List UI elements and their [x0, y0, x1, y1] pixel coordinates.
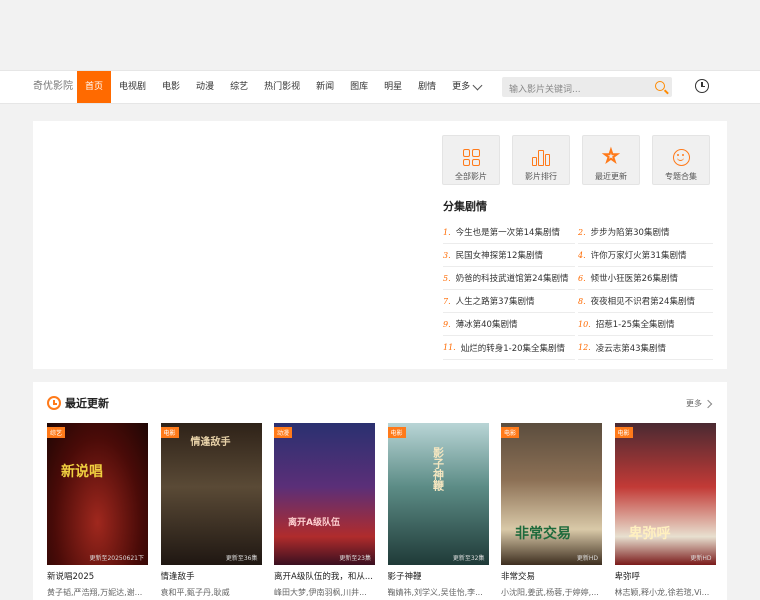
update-status: 更新HD: [690, 555, 712, 562]
movie-title[interactable]: 卑弥呼: [615, 570, 716, 582]
quick-link-topics[interactable]: 专题合集: [652, 135, 710, 185]
smile-icon: [672, 149, 690, 166]
category-badge: 电影: [160, 427, 179, 438]
category-badge: 综艺: [47, 427, 66, 438]
episode-plot-item[interactable]: 1. 今生也是第一次第14集剧情: [443, 221, 575, 245]
movie-card[interactable]: 非常交易 电影 更新HD 非常交易 小沈阳,姜武,杨蓉,于婷婷,...: [501, 423, 602, 598]
quick-link-ranking[interactable]: 影片排行: [512, 135, 570, 185]
movie-cast: 鞠婧祎,刘学义,吴佳怡,李...: [387, 588, 483, 597]
movie-title[interactable]: 情逢敌手: [161, 570, 262, 582]
top-nav-bar: 奇优影院 首页 电视剧 电影 动漫 综艺 热门影视 新闻 图库 明星 剧情 更多: [0, 70, 760, 104]
episode-plot-item[interactable]: 7. 人生之路第37集剧情: [443, 290, 575, 314]
movie-title[interactable]: 新说唱2025: [47, 570, 148, 582]
movie-title[interactable]: 非常交易: [501, 570, 602, 582]
nav-item-stars[interactable]: 明星: [376, 71, 410, 103]
episode-plot-item[interactable]: 2. 步步为陷第30集剧情: [578, 221, 713, 245]
quick-links: 全部影片 影片排行 ☆ 最近更新 专题合集: [442, 135, 710, 185]
search-icon[interactable]: [655, 81, 665, 91]
category-badge: 电影: [501, 427, 520, 438]
movie-cast: 峰田大梦,伊南羽枫,川井...: [274, 588, 367, 597]
episode-plot-item[interactable]: 12. 凌云志第43集剧情: [578, 336, 713, 360]
movie-card[interactable]: 离开A级队伍 动漫 更新至23集 离开A级队伍的我，和从... 峰田大梦,伊南羽…: [274, 423, 375, 598]
chevron-down-icon: [472, 80, 483, 90]
movie-cast: 林志颖,释小龙,徐若瑄,Vi...: [614, 588, 710, 597]
recent-updates-section: 最近更新 更多 新说唱 综艺 更新至20250621下 新说唱2025 黄子韬,…: [33, 382, 727, 600]
episode-plot-item[interactable]: 11. 灿烂的转身1-20集全集剧情: [443, 336, 575, 360]
movie-title[interactable]: 离开A级队伍的我，和从...: [274, 570, 375, 582]
quick-link-label: 全部影片: [455, 172, 487, 181]
site-logo[interactable]: 奇优影院: [33, 71, 73, 103]
episode-plot-item[interactable]: 3. 民国女神探第12集剧情: [443, 244, 575, 268]
section-title: 最近更新: [65, 397, 109, 410]
update-status: 更新至36集: [225, 555, 258, 562]
movie-poster[interactable]: 离开A级队伍 动漫 更新至23集: [274, 423, 375, 565]
episode-plot-item[interactable]: 8. 夜夜相见不识君第24集剧情: [578, 290, 713, 314]
category-badge: 动漫: [274, 427, 293, 438]
movie-poster[interactable]: 情逢敌手 电影 更新至36集: [160, 423, 262, 565]
update-status: 更新至20250621下: [89, 555, 144, 562]
nav-item-news[interactable]: 新闻: [308, 71, 342, 103]
nav-more-label: 更多: [452, 82, 471, 92]
chevron-right-icon: [703, 399, 713, 408]
quick-link-all-movies[interactable]: 全部影片: [442, 135, 500, 185]
episode-plot-item[interactable]: 10. 招惹1-25集全集剧情: [578, 313, 713, 337]
nav-item-tv[interactable]: 电视剧: [111, 71, 154, 103]
nav-item-variety[interactable]: 综艺: [222, 71, 256, 103]
movie-cast: 黄子韬,严浩翔,万妮达,谢...: [47, 588, 143, 597]
movie-cast: 小沈阳,姜武,杨蓉,于婷婷,...: [501, 588, 599, 597]
quick-link-label: 影片排行: [525, 172, 557, 181]
movie-poster[interactable]: 影子神鞭 电影 更新至32集: [387, 423, 489, 565]
history-clock-icon[interactable]: [695, 79, 709, 93]
alarm-clock-icon: [47, 396, 61, 410]
category-badge: 电影: [614, 427, 633, 438]
movie-poster[interactable]: 非常交易 电影 更新HD: [501, 423, 602, 565]
movie-poster[interactable]: 卑弥呼 电影 更新HD: [614, 423, 716, 565]
nav-item-anime[interactable]: 动漫: [188, 71, 222, 103]
update-status: 更新至32集: [452, 555, 485, 562]
more-link[interactable]: 更多: [686, 398, 713, 409]
nav-item-home[interactable]: 首页: [77, 71, 112, 103]
star-icon: ☆: [602, 146, 620, 167]
grid-icon: [462, 149, 480, 166]
movie-card[interactable]: 新说唱 综艺 更新至20250621下 新说唱2025 黄子韬,严浩翔,万妮达,…: [47, 423, 148, 598]
episode-plots-title: 分集剧情: [443, 200, 487, 213]
movie-card-list: 新说唱 综艺 更新至20250621下 新说唱2025 黄子韬,严浩翔,万妮达,…: [47, 423, 716, 598]
update-status: 更新至23集: [339, 555, 371, 562]
movie-title[interactable]: 影子神鞭: [388, 570, 489, 582]
main-nav: 首页 电视剧 电影 动漫 综艺 热门影视 新闻 图库 明星 剧情 更多: [77, 71, 489, 103]
movie-poster[interactable]: 新说唱 综艺 更新至20250621下: [47, 423, 148, 565]
movie-cast: 袁和平,甄子丹,耿威: [160, 588, 230, 597]
movie-card[interactable]: 卑弥呼 电影 更新HD 卑弥呼 林志颖,释小龙,徐若瑄,Vi...: [614, 423, 716, 598]
episode-plot-item[interactable]: 5. 奶爸的科技武道馆第24集剧情: [443, 267, 575, 291]
episode-plot-item[interactable]: 9. 薄冰第40集剧情: [443, 313, 575, 337]
search-box: [502, 77, 672, 100]
episode-plot-item[interactable]: 6. 倾世小狂医第26集剧情: [578, 267, 713, 291]
section-header: 最近更新: [47, 395, 109, 411]
nav-item-hot[interactable]: 热门影视: [256, 71, 308, 103]
nav-more-dropdown[interactable]: 更多: [444, 71, 489, 103]
movie-card[interactable]: 情逢敌手 电影 更新至36集 情逢敌手 袁和平,甄子丹,耿威: [160, 423, 262, 598]
update-status: 更新HD: [576, 555, 598, 562]
quick-link-label: 专题合集: [665, 172, 697, 181]
bar-chart-icon: [532, 150, 550, 166]
nav-item-plot[interactable]: 剧情: [410, 71, 444, 103]
movie-card[interactable]: 影子神鞭 电影 更新至32集 影子神鞭 鞠婧祎,刘学义,吴佳怡,李...: [387, 423, 489, 598]
feature-panel: 全部影片 影片排行 ☆ 最近更新 专题合集 分集剧情 1. 今生也是第一次第14集…: [33, 121, 727, 369]
episode-plot-item[interactable]: 4. 许你万家灯火第31集剧情: [578, 244, 713, 268]
quick-link-label: 最近更新: [595, 172, 627, 181]
quick-link-recent[interactable]: ☆ 最近更新: [582, 135, 640, 185]
category-badge: 电影: [387, 427, 406, 438]
episode-plot-list: 1. 今生也是第一次第14集剧情 2. 步步为陷第30集剧情 3. 民国女神探第12集…: [443, 221, 713, 360]
search-input[interactable]: [502, 80, 648, 100]
nav-item-movies[interactable]: 电影: [154, 71, 188, 103]
nav-item-gallery[interactable]: 图库: [342, 71, 376, 103]
